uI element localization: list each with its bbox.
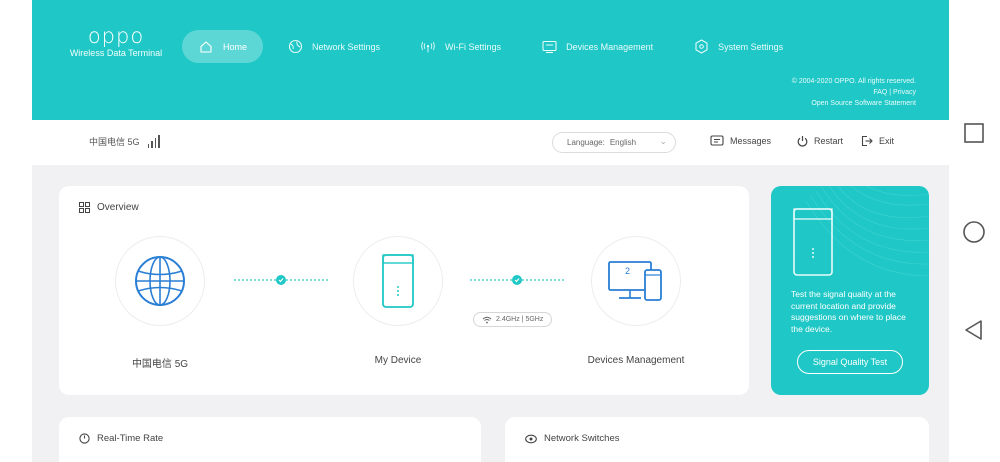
main-content: Overview 中国电信 5G My Device 2.4GHz | 5GHz… bbox=[32, 165, 949, 462]
operator-name: 中国电信 5G bbox=[89, 137, 140, 147]
messages-button[interactable]: Messages bbox=[710, 135, 771, 147]
devices-icon bbox=[541, 39, 557, 55]
operator-status: 中国电信 5G bbox=[89, 134, 162, 148]
nav-network-settings[interactable]: Network Settings bbox=[271, 30, 396, 63]
wifi-icon bbox=[482, 316, 492, 323]
monitor-phone-icon: 2 bbox=[608, 261, 662, 301]
messages-label: Messages bbox=[730, 136, 772, 146]
copyright-text: © 2004-2020 OPPO. All rights reserved. bbox=[791, 78, 916, 85]
network-switches-card: Network Switches bbox=[505, 417, 929, 462]
message-icon bbox=[710, 135, 724, 146]
settings-hex-icon bbox=[693, 39, 709, 55]
connected-check-icon bbox=[512, 275, 522, 285]
internet-node-label: 中国电信 5G bbox=[131, 359, 189, 370]
open-source-link[interactable]: Open Source Software Statement bbox=[792, 98, 916, 109]
brand-logo[interactable]: oppo Wireless Data Terminal bbox=[65, 24, 167, 59]
nav-home-label: Home bbox=[223, 41, 248, 52]
wifi-broadcast-icon bbox=[420, 39, 436, 55]
logo-text: oppo bbox=[87, 24, 145, 48]
status-toolbar: 中国电信 5G Language: English ⌄ Messages Res… bbox=[32, 120, 949, 165]
language-select[interactable]: Language: English ⌄ bbox=[552, 132, 676, 153]
connected-check-icon bbox=[276, 275, 286, 285]
language-value: English bbox=[609, 138, 637, 147]
globe-icon bbox=[135, 256, 185, 306]
restart-button[interactable]: Restart bbox=[797, 135, 843, 147]
internet-node[interactable] bbox=[115, 236, 205, 326]
signal-quality-card: Test the signal quality at the current l… bbox=[771, 186, 929, 395]
realtime-rate-title: Real-Time Rate bbox=[79, 433, 163, 444]
nav-network-settings-label: Network Settings bbox=[312, 41, 381, 52]
home-icon bbox=[198, 39, 214, 55]
faq-privacy-link[interactable]: FAQ | Privacy bbox=[792, 87, 916, 98]
nav-home[interactable]: Home bbox=[182, 30, 264, 63]
my-device-label: My Device bbox=[374, 355, 422, 366]
eye-icon bbox=[525, 434, 537, 443]
signal-quality-description: Test the signal quality at the current l… bbox=[791, 289, 906, 334]
network-switches-title: Network Switches bbox=[525, 433, 620, 444]
back-triangle-icon[interactable] bbox=[963, 319, 985, 341]
android-nav-bar bbox=[949, 0, 1000, 462]
realtime-rate-card: Real-Time Rate bbox=[59, 417, 481, 462]
recent-apps-icon[interactable] bbox=[963, 122, 985, 144]
overview-card: Overview 中国电信 5G My Device 2.4GHz | 5GHz… bbox=[59, 186, 749, 395]
header-bar: oppo Wireless Data Terminal Home Network… bbox=[32, 0, 949, 120]
wifi-band-badge: 2.4GHz | 5GHz bbox=[473, 312, 553, 327]
exit-label: Exit bbox=[879, 136, 895, 146]
realtime-rate-title-text: Real-Time Rate bbox=[97, 433, 164, 444]
home-circle-icon[interactable] bbox=[962, 220, 986, 244]
nav-system-settings-label: System Settings bbox=[718, 41, 784, 52]
devices-management-node[interactable]: 2 bbox=[591, 236, 681, 326]
chevron-down-icon: ⌄ bbox=[659, 136, 667, 146]
gauge-icon bbox=[79, 433, 90, 444]
nav-wifi-settings-label: Wi-Fi Settings bbox=[445, 41, 502, 52]
signal-quality-test-button[interactable]: Signal Quality Test bbox=[797, 350, 903, 374]
wifi-band-text: 2.4GHz | 5GHz bbox=[496, 316, 544, 323]
page: oppo Wireless Data Terminal Home Network… bbox=[0, 0, 1000, 462]
nav-devices-management-label: Devices Management bbox=[566, 41, 654, 52]
devices-management-label: Devices Management bbox=[587, 355, 685, 366]
footer-links: © 2004-2020 OPPO. All rights reserved. F… bbox=[792, 76, 916, 109]
nav-wifi-settings[interactable]: Wi-Fi Settings bbox=[404, 30, 517, 63]
overview-title-text: Overview bbox=[97, 202, 139, 213]
grid-icon bbox=[79, 202, 90, 213]
network-switches-title-text: Network Switches bbox=[544, 433, 620, 444]
power-icon bbox=[797, 136, 808, 147]
signal-bars-icon bbox=[147, 134, 162, 148]
language-label: Language: bbox=[567, 138, 605, 147]
router-device-icon bbox=[793, 208, 833, 276]
main-nav: Home Network Settings Wi-Fi Settings Dev… bbox=[182, 30, 807, 63]
nav-system-settings[interactable]: System Settings bbox=[677, 30, 799, 63]
overview-title: Overview bbox=[79, 202, 139, 213]
connected-devices-count: 2 bbox=[625, 266, 630, 276]
exit-icon bbox=[861, 135, 873, 147]
restart-label: Restart bbox=[814, 136, 844, 146]
nav-devices-management[interactable]: Devices Management bbox=[525, 30, 669, 63]
exit-button[interactable]: Exit bbox=[861, 135, 894, 147]
globe-icon bbox=[287, 39, 303, 55]
my-device-node[interactable] bbox=[353, 236, 443, 326]
router-device-icon bbox=[382, 254, 414, 308]
logo-subtitle: Wireless Data Terminal bbox=[69, 48, 163, 58]
